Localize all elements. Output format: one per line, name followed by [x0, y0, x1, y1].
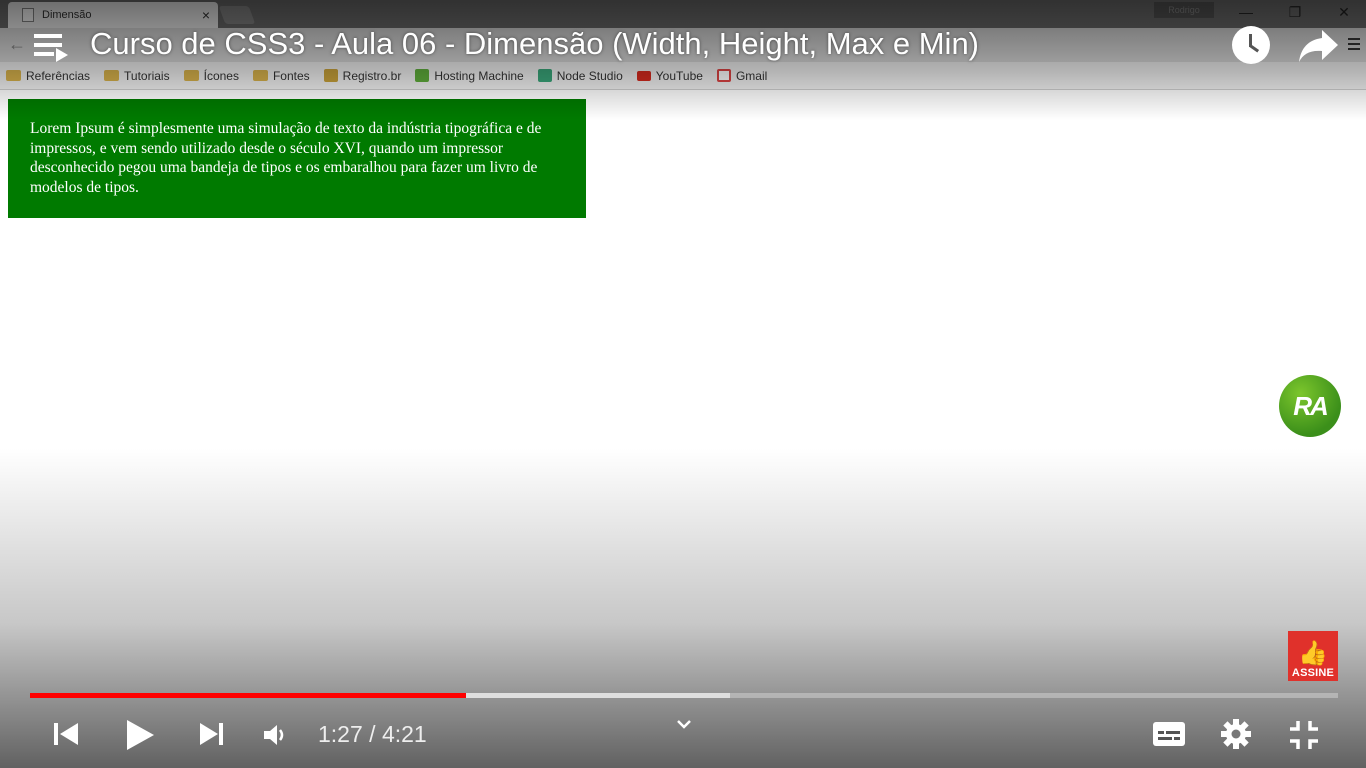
chevron-down-icon[interactable]: [674, 718, 694, 732]
thumbs-up-icon: 👍: [1298, 640, 1328, 667]
duration: 4:21: [381, 721, 427, 747]
progress-bar[interactable]: [30, 693, 1338, 698]
play-button[interactable]: [124, 718, 156, 757]
gmail-icon: [716, 69, 731, 82]
minimize-icon: —: [1239, 4, 1253, 20]
browser-tabstrip: Dimensão × Rodrigo — ❐ ✕: [0, 0, 1366, 28]
volume-icon: [264, 725, 284, 745]
browser-menu-icon: [1348, 38, 1360, 52]
previous-button[interactable]: [52, 721, 80, 754]
tab-title: Dimensão: [42, 9, 92, 21]
next-button[interactable]: [198, 721, 226, 754]
close-icon: ×: [201, 7, 210, 23]
bookmark-label: Registro.br: [342, 68, 402, 83]
folder-icon: [183, 70, 199, 81]
bookmark-fontes: Fontes: [252, 68, 310, 83]
bookmark-registro: Registro.br: [323, 68, 402, 83]
share-icon[interactable]: [1298, 28, 1340, 64]
lorem-box: Lorem Ipsum é simplesmente uma simulação…: [8, 99, 586, 218]
folder-icon: [6, 70, 21, 81]
bookmark-hosting-machine: Hosting Machine: [415, 68, 524, 83]
bookmark-label: Hosting Machine: [434, 68, 524, 83]
window-close-icon: ✕: [1338, 4, 1350, 20]
video-frame[interactable]: Dimensão × Rodrigo — ❐ ✕ ← Referências T…: [0, 0, 1366, 768]
channel-logo[interactable]: RA: [1279, 375, 1341, 437]
bookmark-tutoriais: Tutoriais: [104, 69, 170, 83]
bookmark-gmail: Gmail: [716, 68, 768, 83]
bookmark-icones: Ícones: [183, 68, 239, 83]
back-arrow-icon: ←: [8, 34, 26, 54]
time-separator: /: [369, 721, 376, 747]
played-bar: [30, 693, 466, 698]
playlist-icon[interactable]: [34, 32, 70, 62]
captions-button[interactable]: [1152, 720, 1186, 753]
bookmark-label: Referências: [26, 68, 91, 83]
maximize-icon: ❐: [1288, 4, 1302, 20]
watch-later-icon[interactable]: [1232, 26, 1270, 64]
exit-fullscreen-button[interactable]: [1288, 719, 1320, 756]
play-icon: [127, 720, 154, 750]
subtitles-icon: [1153, 722, 1185, 746]
bookmark-label: Ícones: [203, 68, 239, 83]
current-time: 1:27: [318, 721, 363, 747]
skip-next-icon: [200, 723, 223, 745]
node-icon: [537, 69, 552, 82]
subscribe-label: ASSINE: [1291, 667, 1335, 679]
folder-icon: [104, 70, 120, 81]
bookmark-youtube: YouTube: [636, 68, 703, 83]
folder-icon: [252, 70, 268, 81]
video-title[interactable]: Curso de CSS3 - Aula 06 - Dimensão (Widt…: [90, 26, 979, 62]
mute-button[interactable]: [262, 722, 288, 753]
bookmark-label: YouTube: [655, 68, 703, 83]
user-chip: Rodrigo: [1154, 2, 1214, 18]
bookmark-label: Gmail: [735, 68, 768, 83]
bookmark-referencias: Referências: [6, 69, 90, 83]
page-icon: [22, 8, 34, 22]
settings-button[interactable]: [1220, 718, 1252, 755]
skip-previous-icon: [54, 723, 78, 745]
bookmark-node-studio: Node Studio: [537, 68, 623, 83]
bookmark-label: Fontes: [272, 68, 310, 83]
bookmarks-bar: Referências Tutoriais Ícones Fontes Regi…: [0, 62, 1366, 90]
page-content: Lorem Ipsum é simplesmente uma simulação…: [0, 91, 1366, 768]
gear-icon: [1221, 719, 1251, 749]
bookmark-label: Tutoriais: [124, 68, 170, 83]
subscribe-badge[interactable]: 👍 ASSINE: [1288, 631, 1338, 681]
exit-fullscreen-icon: [1290, 721, 1318, 749]
bookmark-label: Node Studio: [556, 68, 623, 83]
browser-tab: Dimensão ×: [8, 2, 218, 28]
hosting-icon: [415, 69, 430, 82]
youtube-icon: [636, 70, 651, 81]
time-display: 1:27 / 4:21: [318, 721, 427, 748]
new-tab-icon: [218, 6, 256, 24]
registro-icon: [323, 69, 338, 82]
